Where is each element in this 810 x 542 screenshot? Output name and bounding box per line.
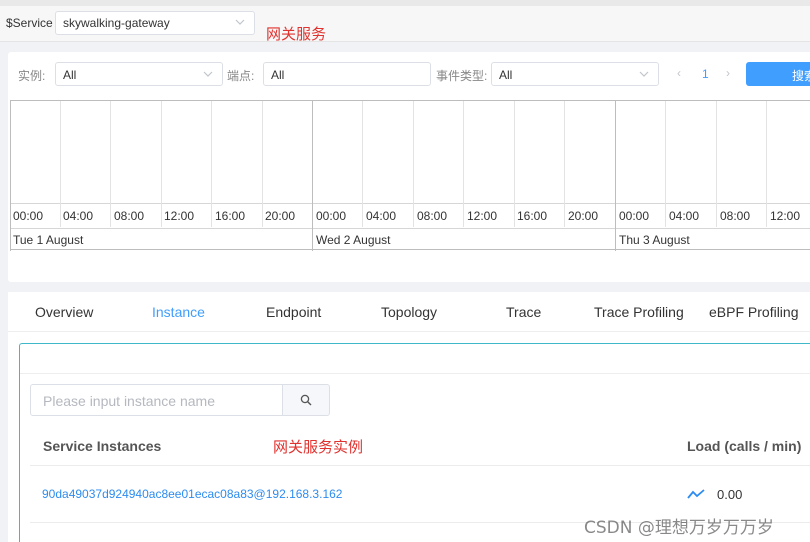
- timeline-hour-line: [60, 101, 61, 227]
- search-button[interactable]: 搜索: [746, 62, 810, 86]
- chevron-down-icon: [235, 19, 245, 25]
- timeline-hour-label: 12:00: [164, 209, 195, 223]
- instance-search-input[interactable]: Please input instance name: [30, 384, 283, 416]
- service-bar: $Service skywalking-gateway: [0, 0, 810, 42]
- timeline-hour-label: 16:00: [517, 209, 548, 223]
- timeline-hour-label: 04:00: [366, 209, 397, 223]
- timeline-hour-line: [766, 101, 767, 227]
- timeline-hour-line: [463, 101, 464, 227]
- trend-line-icon: [687, 489, 705, 499]
- instances-annotation: 网关服务实例: [273, 438, 364, 456]
- timeline-day-column: [615, 101, 616, 251]
- timeline-day-column: [10, 101, 11, 251]
- tab-overview[interactable]: Overview: [35, 304, 93, 320]
- timeline-hour-label: 16:00: [215, 209, 246, 223]
- events-panel: 实例: All 端点: All 事件类型: All ‹ 1 › 搜索 00:00…: [8, 52, 810, 282]
- timeline-hour-label: 00:00: [13, 209, 44, 223]
- row-divider: [30, 465, 810, 466]
- timeline-hour-line: [362, 101, 363, 227]
- timeline-hour-line: [211, 101, 212, 227]
- pager-next-button[interactable]: ›: [726, 66, 730, 80]
- event-type-value: All: [499, 68, 513, 82]
- timeline-divider: [10, 203, 810, 204]
- instance-link[interactable]: 90da49037d924940ac8ee01ecac08a83@192.168…: [42, 487, 342, 501]
- timeline-hour-label: 12:00: [467, 209, 498, 223]
- service-select-value: skywalking-gateway: [63, 16, 170, 30]
- search-button-label: 搜索: [792, 69, 810, 83]
- endpoint-filter-value: All: [271, 68, 285, 82]
- timeline-hour-line: [413, 101, 414, 227]
- endpoint-filter-input[interactable]: All: [263, 62, 431, 86]
- instance-search-button[interactable]: [283, 384, 330, 416]
- timeline-hour-line: [262, 101, 263, 227]
- endpoint-filter-label: 端点:: [227, 69, 255, 83]
- service-label: $Service: [6, 16, 53, 30]
- timeline-day-label: Wed 2 August: [316, 233, 391, 247]
- tab-ebpf-profiling[interactable]: eBPF Profiling: [709, 304, 798, 320]
- pager-prev-button[interactable]: ‹: [677, 66, 681, 80]
- timeline-hour-label: 20:00: [568, 209, 599, 223]
- timeline-hour-line: [716, 101, 717, 227]
- instance-panel-header: [20, 344, 810, 374]
- tab-trace[interactable]: Trace: [506, 304, 541, 320]
- timeline-hour-line: [161, 101, 162, 227]
- timeline-hour-label: 04:00: [63, 209, 94, 223]
- timeline-hour-label: 00:00: [619, 209, 650, 223]
- timeline-hour-label: 20:00: [265, 209, 296, 223]
- chevron-down-icon: [639, 71, 649, 77]
- instance-filter-select[interactable]: All: [55, 62, 223, 86]
- event-type-select[interactable]: All: [491, 62, 659, 86]
- event-type-label: 事件类型:: [436, 69, 488, 83]
- instance-filter-value: All: [63, 68, 77, 82]
- timeline-divider: [10, 228, 810, 229]
- timeline-hour-line: [514, 101, 515, 227]
- tab-trace-profiling[interactable]: Trace Profiling: [594, 304, 684, 320]
- timeline-day-column: [312, 101, 313, 251]
- pager-page-number[interactable]: 1: [702, 67, 709, 81]
- watermark: CSDN @理想万岁万万岁: [584, 518, 774, 538]
- tab-topology[interactable]: Topology: [381, 304, 437, 320]
- service-annotation: 网关服务: [266, 25, 327, 43]
- instance-search-placeholder: Please input instance name: [43, 393, 215, 409]
- search-icon: [300, 394, 312, 406]
- dashboard-tabs: Overview Instance Endpoint Topology Trac…: [8, 292, 810, 332]
- tab-instance[interactable]: Instance: [152, 304, 205, 320]
- dashboard-area: Overview Instance Endpoint Topology Trac…: [8, 292, 810, 542]
- timeline-day-label: Tue 1 August: [13, 233, 84, 247]
- timeline-hour-label: 00:00: [316, 209, 347, 223]
- load-header: Load (calls / min): [687, 438, 802, 454]
- chevron-down-icon: [203, 71, 213, 77]
- service-instances-header: Service Instances: [43, 438, 162, 454]
- timeline-hour-line: [665, 101, 666, 227]
- timeline-day-label: Thu 3 August: [619, 233, 690, 247]
- timeline-hour-label: 08:00: [114, 209, 145, 223]
- timeline-hour-label: 08:00: [720, 209, 751, 223]
- service-select[interactable]: skywalking-gateway: [55, 11, 255, 35]
- timeline-hour-label: 08:00: [417, 209, 448, 223]
- tab-endpoint[interactable]: Endpoint: [266, 304, 321, 320]
- timeline-hour-label: 04:00: [669, 209, 700, 223]
- timeline-hour-line: [110, 101, 111, 227]
- timeline-hour-label: 12:00: [770, 209, 801, 223]
- timeline-hour-line: [564, 101, 565, 227]
- instance-filter-label: 实例:: [18, 69, 46, 83]
- instance-load-value: 0.00: [717, 487, 743, 502]
- event-timeline: 00:00 04:00 08:00 12:00 16:00 20:00 Tue …: [10, 100, 810, 251]
